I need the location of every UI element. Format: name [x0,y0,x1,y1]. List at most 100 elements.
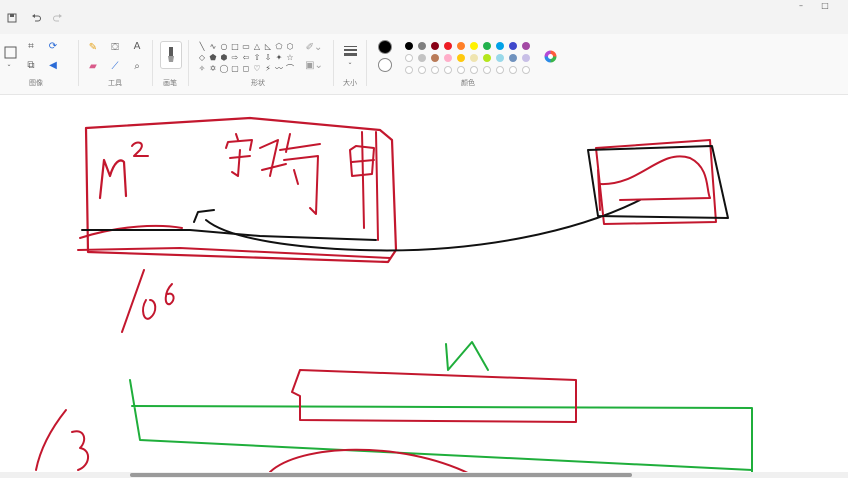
color-swatch[interactable] [509,42,517,50]
color-swatch[interactable] [470,54,478,62]
shape-option-icon[interactable]: ⬠ [274,41,284,52]
scrollbar-thumb[interactable] [130,473,632,477]
custom-color-slot[interactable] [444,66,452,74]
shape-option-icon[interactable]: ☆ [285,52,295,63]
color-swatch[interactable] [496,54,504,62]
color-swatch[interactable] [509,54,517,62]
shape-option-icon[interactable]: ◯ [219,63,229,74]
shape-option-icon[interactable]: ◻ [241,63,251,74]
magnifier-icon[interactable]: ⌕ [131,61,143,73]
shape-option-icon[interactable]: ⇨ [230,52,240,63]
color-swatch[interactable] [431,42,439,50]
save-icon[interactable] [6,12,18,24]
maximize-button[interactable]: □ [818,0,832,12]
red-arc-stroke [269,448,471,475]
color-swatch[interactable] [457,42,465,50]
shapes-group-label: 形状 [251,79,265,87]
shape-option-icon[interactable]: ∿ [208,41,218,52]
primary-color-swatch[interactable] [378,40,392,54]
red-letter-stroke [259,133,321,215]
red-letter-stroke [98,158,128,200]
shape-option-icon[interactable]: ✧ [197,63,207,74]
color-swatch[interactable] [418,54,426,62]
select-rectangle-icon[interactable] [3,45,17,59]
red-letter-stroke [121,269,145,333]
custom-color-slot[interactable] [431,66,439,74]
color-picker-icon[interactable]: ⟋ [109,61,121,73]
color-swatch[interactable] [496,42,504,50]
color-swatch[interactable] [444,42,452,50]
shape-option-icon[interactable]: ◇ [197,52,207,63]
size-group-label: 大小 [343,79,357,87]
color-swatch[interactable] [405,42,413,50]
shape-option-icon[interactable]: ▢ [230,63,240,74]
custom-color-slot[interactable] [457,66,465,74]
shape-option-icon[interactable]: ╲ [197,41,207,52]
fill-bucket-icon[interactable]: ⛋ [109,42,121,54]
shape-option-icon[interactable]: ⇦ [241,52,251,63]
custom-color-slot[interactable] [405,66,413,74]
shape-option-icon[interactable]: □ [230,41,240,52]
edit-colors-icon[interactable] [543,49,557,63]
color-swatch[interactable] [522,42,530,50]
chevron-down-icon[interactable]: ⌄ [346,60,354,66]
shape-option-icon[interactable]: △ [252,41,262,52]
size-icon[interactable] [343,44,357,58]
shape-option-icon[interactable]: ○ [219,41,229,52]
custom-color-slot[interactable] [418,66,426,74]
color-swatch[interactable] [522,54,530,62]
shape-option-icon[interactable]: ⚡ [263,63,273,74]
flip-icon[interactable]: ◀ [48,61,58,71]
shape-option-icon[interactable]: ♡ [252,63,262,74]
shape-option-icon[interactable]: ⬢ [219,52,229,63]
custom-color-slot[interactable] [496,66,504,74]
color-swatch[interactable] [405,54,413,62]
rotate-icon[interactable]: ⟳ [48,42,58,52]
text-tool-icon[interactable]: A [131,41,143,53]
custom-color-slot[interactable] [509,66,517,74]
crop-icon[interactable]: ⌗ [26,42,36,52]
red-letter-stroke [164,283,175,306]
red-letter-stroke [142,299,157,320]
pencil-icon[interactable]: ✎ [87,42,99,54]
redo-icon[interactable] [52,12,64,24]
color-swatch[interactable] [483,42,491,50]
resize-icon[interactable]: ⧉ [26,61,36,71]
secondary-color-swatch[interactable] [378,58,392,72]
divider [152,40,153,86]
undo-icon[interactable] [30,12,42,24]
shape-option-icon[interactable]: ✦ [274,52,284,63]
shape-option-icon[interactable]: ⇩ [263,52,273,63]
color-swatch[interactable] [418,42,426,50]
shape-option-icon[interactable]: ⬡ [285,41,295,52]
color-swatch[interactable] [431,54,439,62]
shape-option-icon[interactable]: 〰 [274,63,284,74]
shape-gallery[interactable]: ╲ ∿ ○ □ ▭ △ ◺ ⬠ ⬡ ◇ ⬟ ⬢ ⇨ ⇦ ⇧ ⇩ ✦ ☆ ✧ ✡ ◯ ▢ ◻ ♡ ⚡ 〰 ⌒ [197,41,295,75]
custom-color-slot[interactable] [470,66,478,74]
red-underline-stroke [79,224,183,239]
custom-color-slot[interactable] [522,66,530,74]
shape-option-icon[interactable]: ▭ [241,41,251,52]
chevron-down-icon[interactable]: ⌄ [5,62,13,68]
custom-color-slot[interactable] [483,66,491,74]
tools-group-label: 工具 [108,79,122,87]
color-swatch[interactable] [470,42,478,50]
color-swatch[interactable] [483,54,491,62]
fill-icon[interactable]: ▣⌄ [305,61,323,71]
brushes-button[interactable] [160,41,182,69]
drawing-canvas[interactable] [0,95,848,478]
shape-option-icon[interactable]: ⌒ [285,63,295,74]
black-curve-stroke [193,199,641,252]
shape-option-icon[interactable]: ✡ [208,63,218,74]
shape-option-icon[interactable]: ⬟ [208,52,218,63]
eraser-icon[interactable]: ▰ [87,61,99,73]
minimize-button[interactable]: – [794,0,808,12]
color-swatch[interactable] [444,54,452,62]
shape-option-icon[interactable]: ◺ [263,41,273,52]
red-letter-stroke [225,133,253,177]
title-bar: – □ [0,0,848,34]
color-swatch[interactable] [457,54,465,62]
shape-option-icon[interactable]: ⇧ [252,52,262,63]
outline-icon[interactable]: ✐⌄ [306,43,323,53]
divider [188,40,189,86]
